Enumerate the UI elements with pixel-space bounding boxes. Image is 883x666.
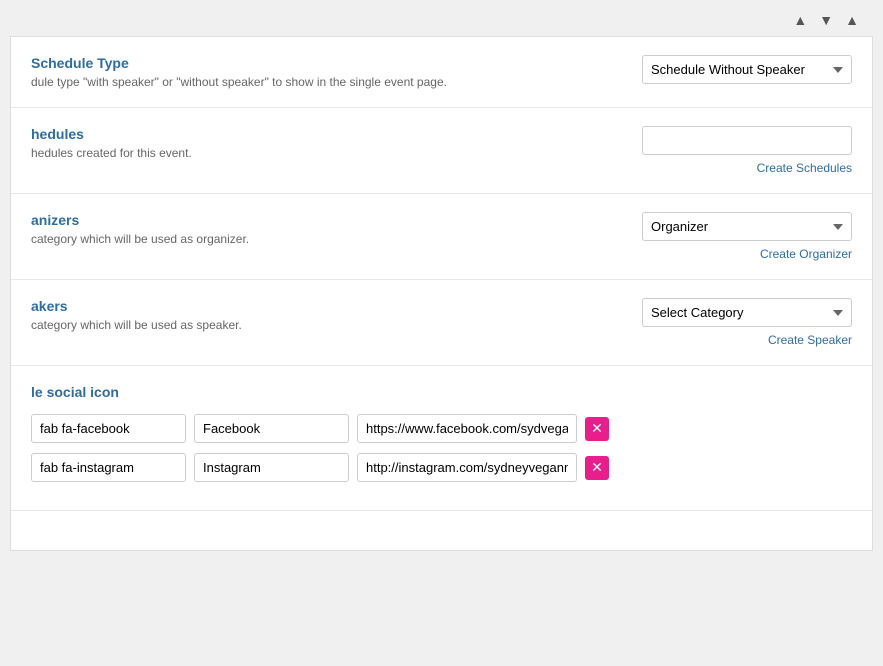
schedule-type-desc: dule type "with speaker" or "without spe…: [31, 75, 531, 89]
schedule-type-title: Schedule Type: [31, 55, 622, 71]
speakers-right: Select Category Create Speaker: [642, 298, 852, 347]
page-container: ▲ ▼ ▲ Schedule Type dule type "with spea…: [0, 0, 883, 666]
organizers-left: anizers category which will be used as o…: [31, 212, 622, 246]
social-label-input-1[interactable]: [194, 414, 349, 443]
schedule-type-left: Schedule Type dule type "with speaker" o…: [31, 55, 622, 89]
schedules-left: hedules hedules created for this event.: [31, 126, 622, 160]
organizers-section: anizers category which will be used as o…: [11, 194, 872, 280]
main-content: Schedule Type dule type "with speaker" o…: [10, 36, 873, 551]
schedules-title: hedules: [31, 126, 622, 142]
social-icon-input-2[interactable]: [31, 453, 186, 482]
schedule-type-right: Schedule Without Speaker Schedule With S…: [642, 55, 852, 84]
schedules-input[interactable]: [642, 126, 852, 155]
speakers-left: akers category which will be used as spe…: [31, 298, 622, 332]
create-speaker-link[interactable]: Create Speaker: [768, 333, 852, 347]
speakers-title: akers: [31, 298, 622, 314]
organizers-select[interactable]: Organizer: [642, 212, 852, 241]
footer-area: [11, 510, 872, 550]
schedules-desc: hedules created for this event.: [31, 146, 531, 160]
schedule-type-select[interactable]: Schedule Without Speaker Schedule With S…: [642, 55, 852, 84]
speakers-desc: category which will be used as speaker.: [31, 318, 531, 332]
organizers-right: Organizer Create Organizer: [642, 212, 852, 261]
social-label-input-2[interactable]: [194, 453, 349, 482]
organizers-desc: category which will be used as organizer…: [31, 232, 531, 246]
speakers-select[interactable]: Select Category: [642, 298, 852, 327]
remove-social-2-button[interactable]: ✕: [585, 456, 609, 480]
social-row-facebook: ✕: [31, 414, 852, 443]
schedule-type-section: Schedule Type dule type "with speaker" o…: [11, 37, 872, 108]
scroll-down-button[interactable]: ▼: [815, 10, 837, 30]
schedules-right: Create Schedules: [642, 126, 852, 175]
create-schedules-link[interactable]: Create Schedules: [757, 161, 852, 175]
social-section: le social icon ✕ ✕: [11, 366, 872, 510]
social-url-input-2[interactable]: [357, 453, 577, 482]
social-icon-input-1[interactable]: [31, 414, 186, 443]
collapse-button[interactable]: ▲: [841, 10, 863, 30]
organizers-title: anizers: [31, 212, 622, 228]
top-controls: ▲ ▼ ▲: [0, 0, 883, 36]
scroll-up-button[interactable]: ▲: [789, 10, 811, 30]
schedules-section: hedules hedules created for this event. …: [11, 108, 872, 194]
social-row-instagram: ✕: [31, 453, 852, 482]
speakers-section: akers category which will be used as spe…: [11, 280, 872, 366]
remove-social-1-button[interactable]: ✕: [585, 417, 609, 441]
create-organizer-link[interactable]: Create Organizer: [760, 247, 852, 261]
social-url-input-1[interactable]: [357, 414, 577, 443]
social-title: le social icon: [31, 384, 852, 400]
